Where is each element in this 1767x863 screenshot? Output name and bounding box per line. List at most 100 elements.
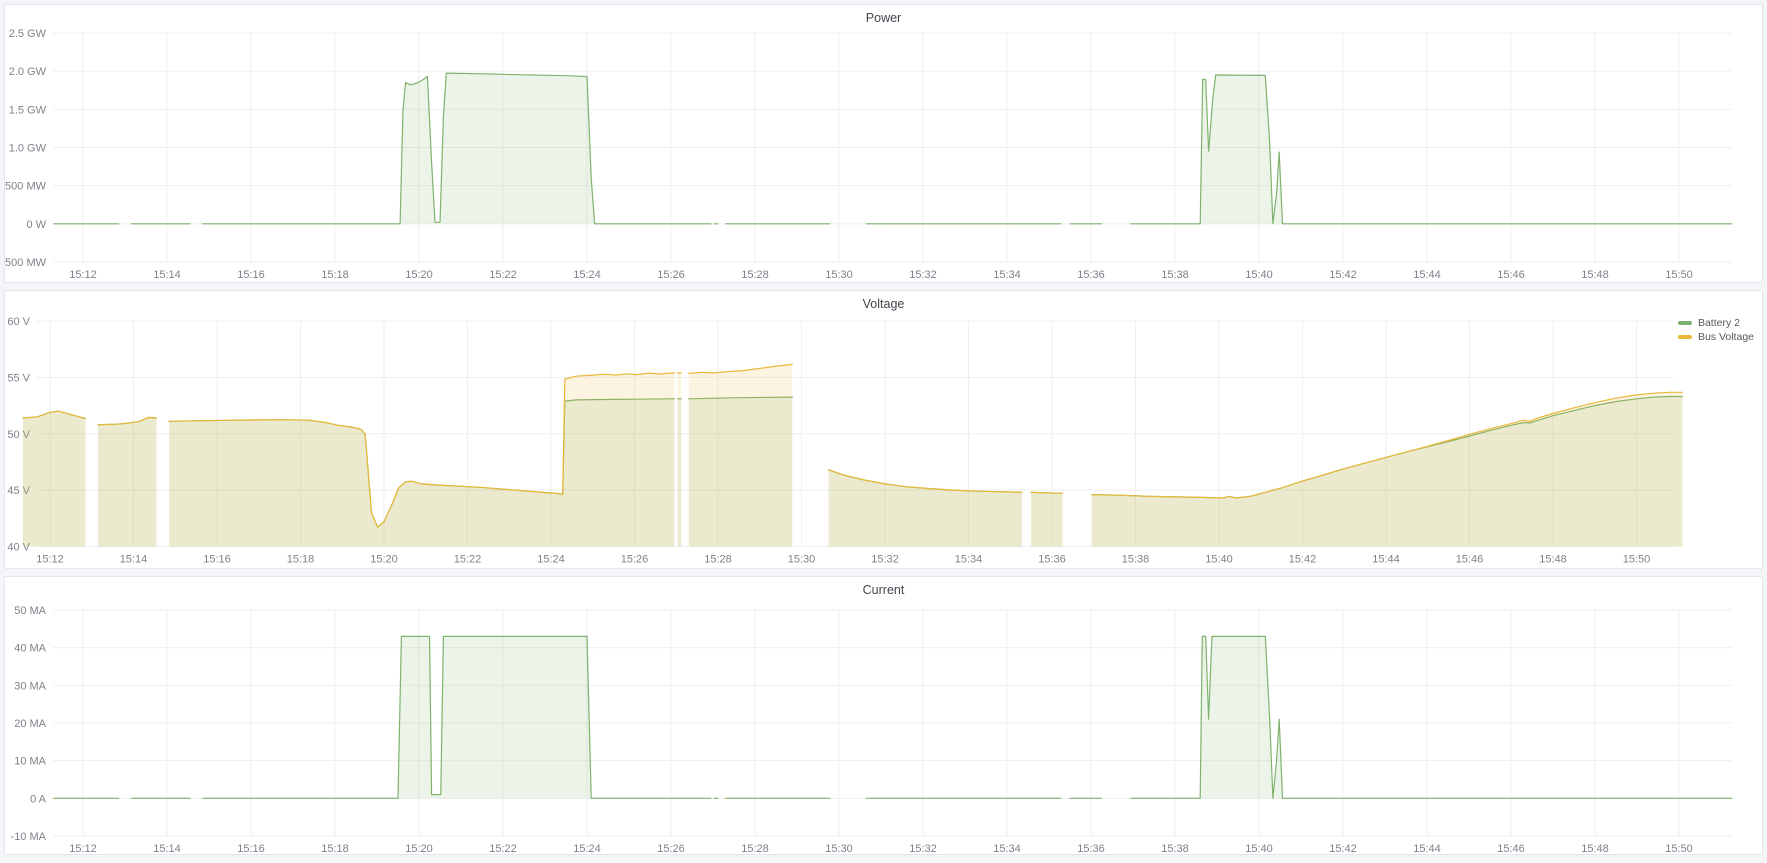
y-tick-label: 50 MA <box>14 605 46 617</box>
x-tick-label: 15:30 <box>788 554 816 566</box>
legend-swatch <box>1678 321 1692 325</box>
x-tick-label: 15:36 <box>1077 843 1105 854</box>
x-tick-label: 15:44 <box>1372 554 1400 566</box>
series-area-power <box>203 73 711 224</box>
x-tick-label: 15:44 <box>1413 269 1441 281</box>
series-area-bus-voltage <box>678 373 682 547</box>
legend-item-battery-2[interactable]: Battery 2 <box>1678 316 1754 330</box>
x-tick-label: 15:18 <box>321 843 349 854</box>
y-tick-label: 1.5 GW <box>9 104 47 116</box>
x-tick-label: 15:48 <box>1581 269 1609 281</box>
series-area-bus-voltage <box>23 411 86 546</box>
current-plot-area[interactable]: 15:1215:1415:1615:1815:2015:2215:2415:26… <box>5 577 1762 854</box>
power-plot-area[interactable]: 15:1215:1415:1615:1815:2015:2215:2415:26… <box>5 5 1762 282</box>
x-tick-label: 15:44 <box>1413 843 1441 854</box>
x-tick-label: 15:50 <box>1665 269 1693 281</box>
x-tick-label: 15:22 <box>489 269 517 281</box>
panel-voltage-header: Voltage <box>5 295 1762 313</box>
y-tick-label: 55 V <box>7 372 30 384</box>
panel-title-power[interactable]: Power <box>858 9 909 27</box>
x-tick-label: 15:20 <box>405 843 433 854</box>
x-tick-label: 15:18 <box>321 269 349 281</box>
x-tick-label: 15:40 <box>1245 843 1273 854</box>
x-tick-label: 15:24 <box>573 843 601 854</box>
x-tick-label: 15:38 <box>1122 554 1150 566</box>
x-tick-label: 15:34 <box>993 843 1021 854</box>
panel-power: Power 15:1215:1415:1615:1815:2015:2215:2… <box>4 4 1763 283</box>
x-tick-label: 15:32 <box>909 269 937 281</box>
x-tick-label: 15:48 <box>1539 554 1567 566</box>
x-tick-label: 15:50 <box>1623 554 1651 566</box>
legend-swatch <box>1678 335 1692 339</box>
x-tick-label: 15:48 <box>1581 843 1609 854</box>
legend-label: Bus Voltage <box>1698 331 1754 343</box>
x-tick-label: 15:28 <box>741 843 769 854</box>
x-tick-label: 15:16 <box>203 554 231 566</box>
y-tick-label: 30 MA <box>14 680 46 692</box>
x-tick-label: 15:36 <box>1077 269 1105 281</box>
x-tick-label: 15:28 <box>704 554 732 566</box>
x-tick-label: 15:22 <box>489 843 517 854</box>
y-tick-label: 0 W <box>26 219 46 231</box>
series-area-bus-voltage <box>829 470 1022 547</box>
x-tick-label: 15:16 <box>237 843 265 854</box>
x-tick-label: 15:32 <box>871 554 899 566</box>
panel-title-voltage[interactable]: Voltage <box>855 295 913 313</box>
x-tick-label: 15:38 <box>1161 843 1189 854</box>
x-tick-label: 15:20 <box>370 554 398 566</box>
current-chart-svg: 15:1215:1415:1615:1815:2015:2215:2415:26… <box>5 577 1762 854</box>
y-tick-label: 2.0 GW <box>9 66 47 78</box>
power-chart-svg: 15:1215:1415:1615:1815:2015:2215:2415:26… <box>5 5 1762 282</box>
y-tick-label: 0 A <box>30 793 47 805</box>
legend-label: Battery 2 <box>1698 317 1740 329</box>
x-tick-label: 15:42 <box>1289 554 1317 566</box>
x-tick-label: 15:32 <box>909 843 937 854</box>
x-tick-label: 15:50 <box>1665 843 1693 854</box>
x-tick-label: 15:30 <box>825 843 853 854</box>
voltage-plot-area[interactable]: 15:1215:1415:1615:1815:2015:2215:2415:26… <box>5 291 1762 568</box>
y-tick-label: 60 V <box>7 316 30 328</box>
series-area-bus-voltage <box>1092 392 1683 546</box>
x-tick-label: 15:34 <box>955 554 983 566</box>
y-tick-label: -500 MW <box>5 257 47 269</box>
x-tick-label: 15:24 <box>537 554 565 566</box>
x-tick-label: 15:22 <box>454 554 482 566</box>
x-tick-label: 15:46 <box>1456 554 1484 566</box>
panel-current: Current 15:1215:1415:1615:1815:2015:2215… <box>4 576 1763 855</box>
x-tick-label: 15:28 <box>741 269 769 281</box>
x-tick-label: 15:26 <box>621 554 649 566</box>
y-tick-label: 500 MW <box>5 181 47 193</box>
voltage-legend: Battery 2 Bus Voltage <box>1678 316 1754 344</box>
y-tick-label: 2.5 GW <box>9 28 47 40</box>
series-area-bus-voltage <box>689 364 793 546</box>
x-tick-label: 15:24 <box>573 269 601 281</box>
x-tick-label: 15:36 <box>1038 554 1066 566</box>
x-tick-label: 15:34 <box>993 269 1021 281</box>
x-tick-label: 15:14 <box>153 269 181 281</box>
y-tick-label: 20 MA <box>14 718 46 730</box>
legend-item-bus-voltage[interactable]: Bus Voltage <box>1678 330 1754 344</box>
y-tick-label: 1.0 GW <box>9 143 47 155</box>
x-tick-label: 15:16 <box>237 269 265 281</box>
x-tick-label: 15:26 <box>657 843 685 854</box>
series-area-current <box>1131 636 1732 798</box>
series-area-power <box>1131 75 1732 224</box>
voltage-chart-svg: 15:1215:1415:1615:1815:2015:2215:2415:26… <box>5 291 1762 568</box>
x-tick-label: 15:26 <box>657 269 685 281</box>
x-tick-label: 15:40 <box>1245 269 1273 281</box>
series-area-bus-voltage <box>169 373 674 547</box>
x-tick-label: 15:46 <box>1497 843 1525 854</box>
panel-power-header: Power <box>5 9 1762 27</box>
panel-voltage: Voltage 15:1215:1415:1615:1815:2015:2215… <box>4 290 1763 569</box>
y-tick-label: 40 MA <box>14 643 46 655</box>
y-tick-label: -10 MA <box>11 831 47 843</box>
x-tick-label: 15:46 <box>1497 269 1525 281</box>
panel-title-current[interactable]: Current <box>855 581 913 599</box>
panel-current-header: Current <box>5 581 1762 599</box>
x-tick-label: 15:18 <box>287 554 315 566</box>
y-tick-label: 10 MA <box>14 756 46 768</box>
x-tick-label: 15:14 <box>120 554 148 566</box>
series-area-current <box>203 636 711 798</box>
x-tick-label: 15:20 <box>405 269 433 281</box>
x-tick-label: 15:42 <box>1329 269 1357 281</box>
